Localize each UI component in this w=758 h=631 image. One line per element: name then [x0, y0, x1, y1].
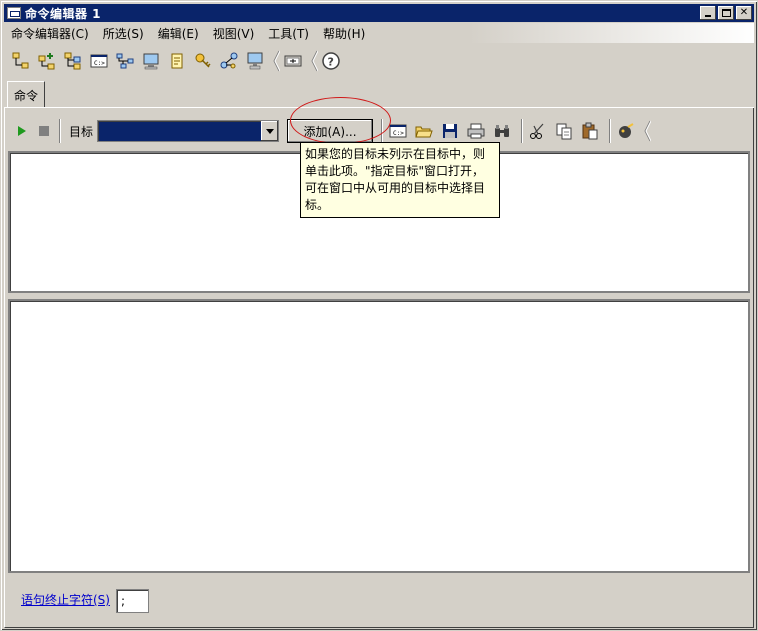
command-window-icon[interactable]: C:>: [387, 120, 409, 142]
statement-terminator-input[interactable]: ;: [116, 589, 149, 613]
print-icon[interactable]: [465, 120, 487, 142]
stop-button[interactable]: [33, 120, 55, 142]
toolbar-divider-3: [521, 119, 524, 143]
tree-alt-icon[interactable]: [62, 50, 84, 72]
command-editor-window: 命令编辑器 1 ✕ 命令编辑器(C) 所选(S) 编辑(E) 视图(V) 工具(…: [0, 0, 758, 631]
main-toolbar: C:> ?: [4, 44, 754, 78]
save-icon[interactable]: [439, 120, 461, 142]
toolbar-separator-icon-3: [643, 120, 652, 142]
network-icon[interactable]: [218, 50, 240, 72]
minimize-icon: [705, 15, 711, 17]
svg-text:?: ?: [328, 56, 334, 69]
target-dropdown-button[interactable]: [261, 121, 279, 141]
clear-icon[interactable]: [615, 120, 637, 142]
help-icon[interactable]: ?: [320, 50, 342, 72]
copy-icon[interactable]: [553, 120, 575, 142]
key-icon[interactable]: [192, 50, 214, 72]
close-button[interactable]: ✕: [736, 6, 752, 20]
svg-text:C:>: C:>: [393, 130, 404, 137]
command-window-icon[interactable]: C:>: [88, 50, 110, 72]
minimize-button[interactable]: [700, 6, 716, 20]
run-button[interactable]: [11, 120, 33, 142]
toolbar-divider-2: [381, 119, 384, 143]
add-target-button[interactable]: 添加(A)...: [287, 119, 374, 143]
add-tree-icon[interactable]: [36, 50, 58, 72]
statement-terminator-label[interactable]: 语句终止字符(S): [21, 591, 110, 608]
menu-view[interactable]: 视图(V): [206, 25, 262, 42]
tab-commands[interactable]: 命令: [7, 81, 45, 108]
menu-command-editor[interactable]: 命令编辑器(C): [4, 25, 96, 42]
tree-icon[interactable]: [10, 50, 32, 72]
cut-icon[interactable]: [527, 120, 549, 142]
close-icon: ✕: [739, 7, 749, 18]
play-icon: [18, 126, 26, 136]
window-title: 命令编辑器 1: [25, 6, 102, 21]
svg-text:C:>: C:>: [94, 60, 105, 67]
tooltip-line: 可在窗口中从可用的目标中选择目: [305, 181, 486, 195]
tab-strip: 命令: [4, 79, 754, 108]
tooltip-line: 标。: [305, 198, 330, 212]
toolbar-separator-icon-2: [310, 50, 319, 72]
toolbar-divider: [59, 119, 61, 143]
maximize-button[interactable]: [718, 6, 734, 20]
add-button-tooltip: 如果您的目标未列示在目标中，则 单击此项。"指定目标"窗口打开， 可在窗口中从可…: [300, 142, 500, 218]
toolbar-divider-4: [609, 119, 612, 143]
menu-bar: 命令编辑器(C) 所选(S) 编辑(E) 视图(V) 工具(T) 帮助(H): [4, 23, 754, 43]
results-pane[interactable]: [8, 299, 750, 573]
stop-icon: [39, 126, 49, 136]
panel-icon[interactable]: [282, 50, 304, 72]
app-icon: [7, 7, 21, 19]
open-folder-icon[interactable]: [413, 120, 435, 142]
chevron-down-icon: [265, 128, 274, 134]
monitor-icon[interactable]: [140, 50, 162, 72]
target-combobox[interactable]: [97, 120, 280, 142]
tooltip-line: 单击此项。"指定目标"窗口打开，: [305, 164, 485, 178]
tooltip-line: 如果您的目标未列示在目标中，则: [305, 147, 486, 161]
menu-selected[interactable]: 所选(S): [96, 25, 151, 42]
target-label: 目标: [69, 124, 94, 139]
tab-commands-label: 命令: [13, 88, 38, 103]
paste-icon[interactable]: [579, 120, 601, 142]
toolbar-separator-icon: [272, 50, 281, 72]
title-bar[interactable]: 命令编辑器 1 ✕: [4, 4, 754, 22]
menu-tools[interactable]: 工具(T): [261, 25, 316, 42]
menu-help[interactable]: 帮助(H): [316, 25, 372, 42]
notes-icon[interactable]: [166, 50, 188, 72]
computer-icon[interactable]: [244, 50, 266, 72]
menu-edit[interactable]: 编辑(E): [151, 25, 206, 42]
target-combobox-value: [98, 121, 261, 141]
connect-icon[interactable]: [114, 50, 136, 72]
find-icon[interactable]: [491, 120, 513, 142]
maximize-icon: [721, 9, 731, 17]
